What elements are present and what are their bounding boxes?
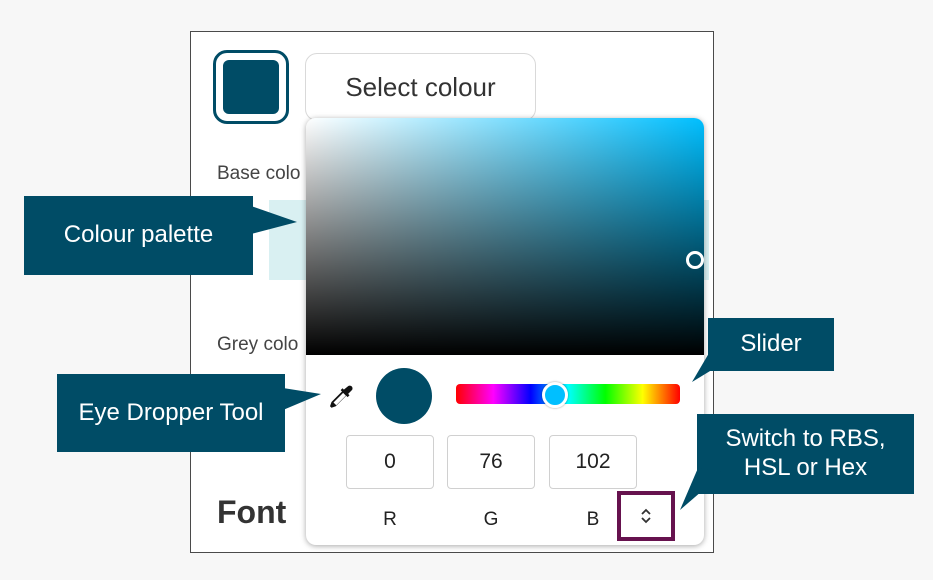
bottom-band — [0, 553, 933, 580]
font-heading: Font — [217, 494, 287, 530]
current-colour-fill — [223, 60, 279, 114]
callout-slider-arrow — [692, 348, 738, 382]
colour-format-toggle-button[interactable] — [617, 491, 675, 541]
callout-format-switch: Switch to RBS, HSL or Hex — [697, 414, 914, 494]
colour-picker-popover: 0 76 102 R G B — [306, 118, 704, 545]
eyedropper-icon[interactable] — [326, 383, 356, 413]
colour-preview — [376, 368, 432, 424]
red-value-input[interactable]: 0 — [346, 435, 434, 489]
callout-eye-dropper: Eye Dropper Tool — [57, 374, 285, 452]
callout-format-switch-arrow — [680, 468, 724, 510]
green-label: G — [483, 509, 499, 530]
base-colours-label: Base colo — [217, 163, 301, 184]
callout-colour-palette-arrow — [251, 206, 297, 234]
callout-colour-palette: Colour palette — [24, 196, 253, 275]
chevron-up-down-icon — [641, 508, 651, 524]
grey-colours-label: Grey colo — [217, 334, 299, 355]
saturation-thumb[interactable] — [686, 251, 704, 269]
callout-format-switch-line1: Switch to RBS, — [725, 425, 886, 453]
hue-slider-thumb[interactable] — [542, 382, 568, 408]
green-value-input[interactable]: 76 — [447, 435, 535, 489]
current-colour-swatch[interactable] — [213, 50, 289, 124]
callout-format-switch-line2: HSL or Hex — [743, 454, 868, 481]
hue-slider[interactable] — [456, 384, 680, 404]
blue-value-input[interactable]: 102 — [549, 435, 637, 489]
select-colour-button[interactable]: Select colour — [305, 53, 536, 121]
callout-eye-dropper-arrow — [283, 388, 321, 410]
red-label: R — [383, 509, 397, 530]
top-band — [0, 0, 933, 31]
saturation-brightness-area[interactable] — [306, 118, 704, 355]
